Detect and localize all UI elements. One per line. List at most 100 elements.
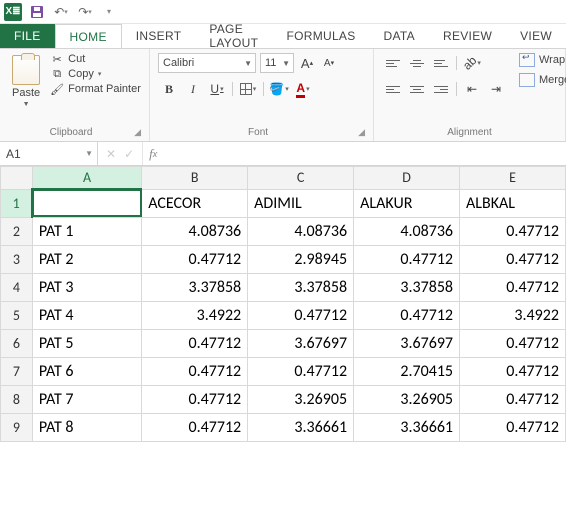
row-header[interactable]: 8 [1,385,33,413]
cell[interactable]: 4.08736 [248,217,354,245]
align-center-button[interactable] [406,79,428,99]
cell[interactable]: 4.08736 [354,217,460,245]
select-all-corner[interactable] [1,167,33,190]
cell[interactable]: 4.08736 [142,217,248,245]
align-right-button[interactable] [430,79,452,99]
cell[interactable]: PAT 1 [32,217,141,245]
cell[interactable]: 2.70415 [354,357,460,385]
cell[interactable]: 0.47712 [460,329,566,357]
row-header[interactable]: 2 [1,217,33,245]
row-header[interactable]: 9 [1,413,33,441]
tab-insert[interactable]: INSERT [122,24,196,48]
decrease-font-button[interactable]: A▾ [320,53,338,73]
cell[interactable]: PAT 8 [32,413,141,441]
format-painter-button[interactable]: 🖌 Format Painter [50,83,141,95]
row-header[interactable]: 4 [1,273,33,301]
cell[interactable]: ADIMIL [248,189,354,217]
cell[interactable]: 3.37858 [354,273,460,301]
tab-formulas[interactable]: FORMULAS [272,24,369,48]
cell[interactable]: 0.47712 [460,217,566,245]
merge-center-button[interactable]: Merge & [519,73,566,87]
col-header-E[interactable]: E [460,167,566,190]
col-header-A[interactable]: A [32,167,141,190]
cancel-formula-button[interactable]: ✕ [106,147,116,161]
increase-indent-button[interactable]: ⇥ [485,79,507,99]
cell[interactable]: 3.26905 [354,385,460,413]
tab-view[interactable]: VIEW [506,24,566,48]
cell[interactable]: 2.98945 [248,245,354,273]
save-button[interactable] [28,3,46,21]
row-header[interactable]: 5 [1,301,33,329]
decrease-indent-button[interactable]: ⇤ [461,79,483,99]
align-middle-button[interactable] [406,53,428,73]
cell[interactable]: PAT 5 [32,329,141,357]
cell[interactable]: 3.37858 [248,273,354,301]
cut-button[interactable]: ✂ Cut [50,53,141,65]
undo-button[interactable]: ↶▾ [52,3,70,21]
cell[interactable]: ACECOR [142,189,248,217]
align-top-button[interactable] [382,53,404,73]
col-header-D[interactable]: D [354,167,460,190]
italic-button[interactable]: I [182,79,204,99]
cell[interactable]: 0.47712 [142,329,248,357]
col-header-C[interactable]: C [248,167,354,190]
wrap-text-button[interactable]: Wrap Te [519,53,566,67]
borders-button[interactable]: ▾ [237,79,259,99]
orientation-button[interactable]: ab▾ [461,53,483,73]
font-color-button[interactable]: A▾ [292,79,314,99]
cell[interactable]: 0.47712 [354,301,460,329]
cell[interactable]: 0.47712 [248,357,354,385]
copy-button[interactable]: ⧉ Copy ▾ [50,68,141,80]
row-header[interactable]: 3 [1,245,33,273]
row-header[interactable]: 1 [1,189,33,217]
cell[interactable]: 3.37858 [142,273,248,301]
enter-formula-button[interactable]: ✓ [124,147,134,161]
paste-button[interactable]: Paste ▼ [8,53,44,125]
cell[interactable]: ALAKUR [354,189,460,217]
cell[interactable]: PAT 4 [32,301,141,329]
fill-color-button[interactable]: 🪣▾ [268,79,290,99]
cell[interactable]: 3.67697 [248,329,354,357]
cell[interactable]: PAT 7 [32,385,141,413]
increase-font-button[interactable]: A▴ [298,53,316,73]
cell[interactable]: 0.47712 [460,413,566,441]
cell[interactable]: PAT 2 [32,245,141,273]
formula-input[interactable] [163,142,566,165]
align-left-button[interactable] [382,79,404,99]
redo-button[interactable]: ↷▾ [76,3,94,21]
cell[interactable]: 0.47712 [354,245,460,273]
qat-customize-button[interactable]: ▾ [100,3,118,21]
cell[interactable]: 3.4922 [142,301,248,329]
font-launcher[interactable]: ◢ [358,127,365,138]
row-header[interactable]: 7 [1,357,33,385]
tab-review[interactable]: REVIEW [429,24,506,48]
tab-file[interactable]: FILE [0,24,55,48]
cell[interactable]: 0.47712 [142,413,248,441]
clipboard-launcher[interactable]: ◢ [134,127,141,138]
bold-button[interactable]: B [158,79,180,99]
cell[interactable]: 3.67697 [354,329,460,357]
cell[interactable]: PAT 6 [32,357,141,385]
cell[interactable]: 0.47712 [142,245,248,273]
font-size-combo[interactable]: 11▼ [260,53,294,73]
col-header-B[interactable]: B [142,167,248,190]
cell[interactable]: 0.47712 [460,245,566,273]
cell[interactable]: 0.47712 [142,385,248,413]
cell[interactable]: ALBKAL [460,189,566,217]
tab-home[interactable]: HOME [55,24,122,48]
cell[interactable]: PAT 3 [32,273,141,301]
cell[interactable]: 0.47712 [460,273,566,301]
cell[interactable]: 0.47712 [460,385,566,413]
cell[interactable]: 0.47712 [248,301,354,329]
align-bottom-button[interactable] [430,53,452,73]
cell[interactable]: 3.26905 [248,385,354,413]
fx-icon[interactable]: fx [143,142,163,165]
cell[interactable]: 3.36661 [248,413,354,441]
row-header[interactable]: 6 [1,329,33,357]
tab-page-layout[interactable]: PAGE LAYOUT [195,24,272,48]
underline-button[interactable]: U▾ [206,79,228,99]
cell[interactable]: 0.47712 [460,357,566,385]
worksheet-grid[interactable]: A B C D E 1ACECORADIMILALAKURALBKAL2PAT … [0,166,566,442]
cell[interactable]: 3.36661 [354,413,460,441]
cell[interactable]: 0.47712 [142,357,248,385]
